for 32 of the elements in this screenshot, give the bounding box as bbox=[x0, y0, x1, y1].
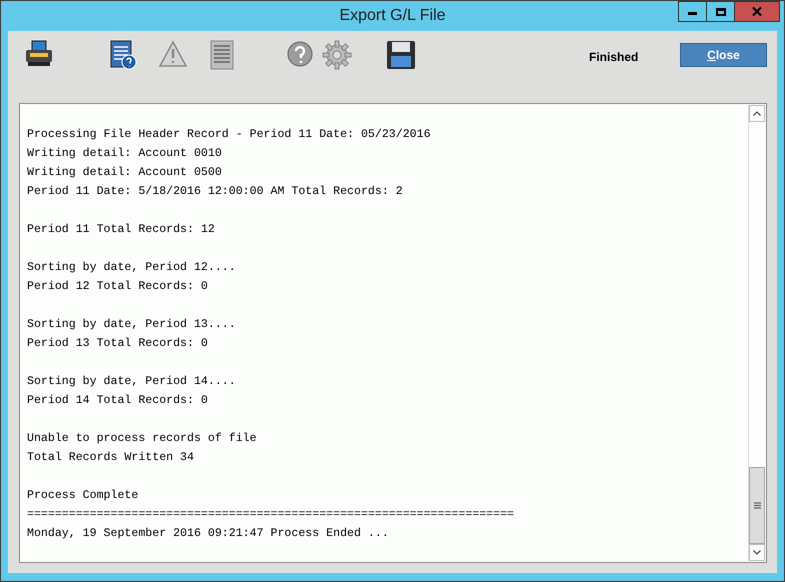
grip-icon bbox=[754, 502, 760, 509]
report-help-icon[interactable] bbox=[109, 40, 137, 70]
status-label: Finished bbox=[589, 49, 638, 66]
log-line: Monday, 19 September 2016 09:21:47 Process Ended ... bbox=[27, 526, 389, 542]
printer-icon[interactable] bbox=[24, 40, 54, 68]
vertical-scrollbar[interactable] bbox=[748, 105, 765, 561]
log-line: Sorting by date, Period 12.... bbox=[27, 260, 236, 276]
log-line: Processing File Header Record - Period 11 Date: 05/23/2016 bbox=[27, 127, 431, 143]
log-line: Writing detail: Account 0010 bbox=[27, 146, 222, 162]
maximize-button[interactable] bbox=[707, 1, 734, 22]
scroll-down-button[interactable] bbox=[749, 544, 765, 561]
log-line: Period 14 Total Records: 0 bbox=[27, 393, 208, 409]
log-line: Unable to process records of file bbox=[27, 431, 257, 447]
scroll-up-button[interactable] bbox=[749, 105, 765, 122]
log-line: Total Records Written 34 bbox=[27, 450, 194, 466]
chevron-down-icon bbox=[753, 550, 761, 555]
log-line: Process Complete bbox=[27, 488, 138, 504]
log-line: Period 13 Total Records: 0 bbox=[27, 336, 208, 352]
log-line: Sorting by date, Period 13.... bbox=[27, 317, 236, 333]
log-line: Writing detail: Account 0500 bbox=[27, 165, 222, 181]
log-line: Period 11 Total Records: 12 bbox=[27, 222, 215, 238]
scroll-thumb[interactable] bbox=[749, 467, 765, 544]
log-line: Sorting by date, Period 14.... bbox=[27, 374, 236, 390]
log-line: Period 11 Date: 5/18/2016 12:00:00 AM Total Records: 2 bbox=[27, 184, 403, 200]
window-title: Export G/L File bbox=[339, 6, 446, 26]
log-line: Period 12 Total Records: 0 bbox=[27, 279, 208, 295]
log-line: ====================================================================== bbox=[27, 507, 514, 523]
close-icon bbox=[752, 7, 762, 16]
close-button[interactable]: Close bbox=[680, 43, 767, 67]
close-window-button[interactable] bbox=[734, 1, 780, 22]
chevron-up-icon bbox=[753, 111, 761, 116]
minimize-button[interactable] bbox=[678, 1, 707, 22]
